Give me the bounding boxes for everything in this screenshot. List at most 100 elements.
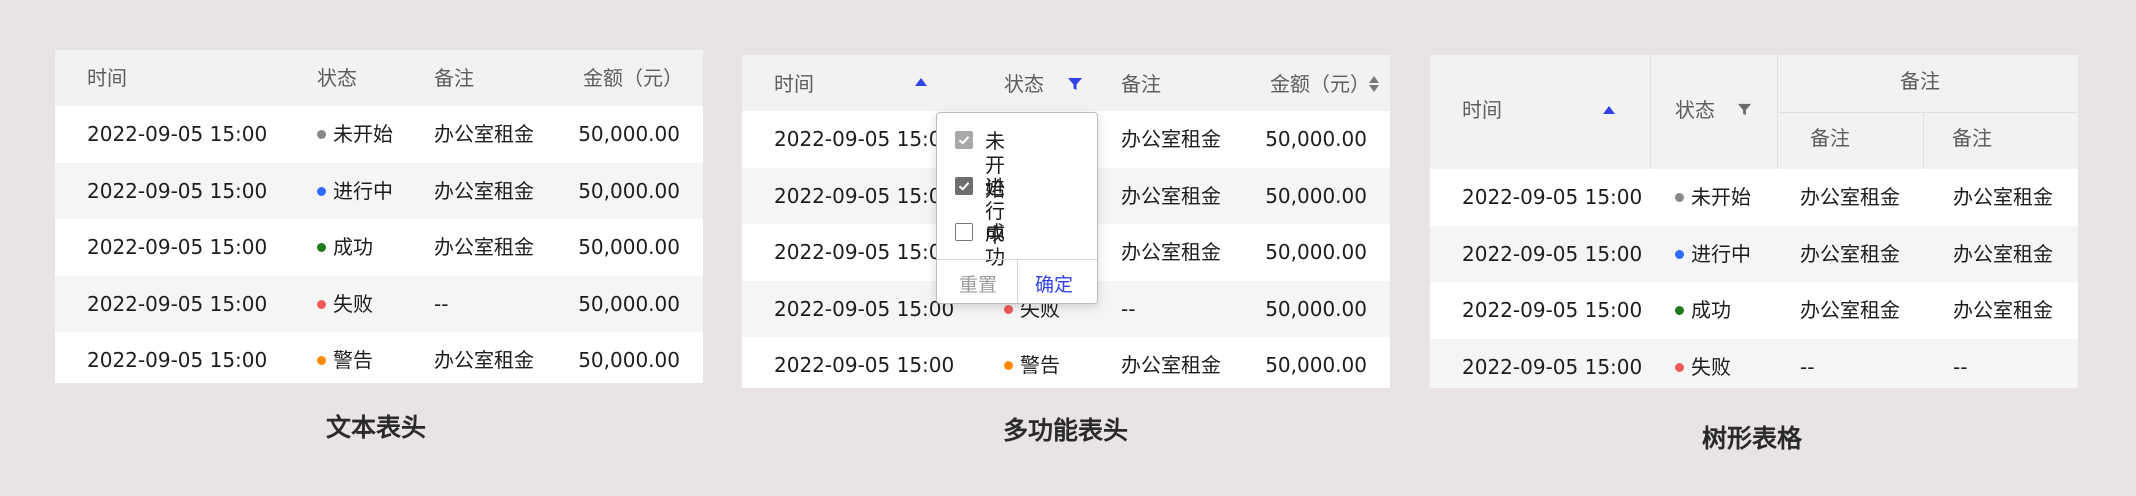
cell-note-b: 办公室租金 [1953,298,2053,322]
cell-status: 进行中 [317,179,393,203]
table-row[interactable]: 2022-09-05 15:00 成功 办公室租金 50,000.00 [55,219,703,275]
status-dot-icon [317,186,326,196]
cell-amount-text: 50,000.00 [578,178,680,203]
cell-status-text: 成功 [1691,298,1731,322]
cell-time-text: 2022-09-05 15:00 [87,178,268,203]
status-dot-icon [1675,362,1684,372]
cell-note-b: -- [1953,355,1967,379]
table-row[interactable]: 2022-09-05 15:00 失败 -- 50,000.00 [55,275,703,332]
cell-note-text: 办公室租金 [1121,353,1221,377]
header-time: 时间 [87,66,127,90]
cell-note-text: 办公室租金 [434,122,534,146]
filter-option-label: 成功 [985,221,1005,269]
cell-status-text: 警告 [1020,353,1060,377]
checkbox-unchecked[interactable] [955,223,973,241]
sort-toggle-icon[interactable] [1369,74,1381,94]
cell-note: 办公室租金 [434,122,534,146]
table-row[interactable]: 2022-09-05 15:00 警告 办公室租金 50,000.00 [55,332,703,383]
cell-time: 2022-09-05 15:00 [87,292,267,316]
table-row[interactable]: 2022-09-05 15:00 未开始 办公室租金 50,000.00 [55,106,703,162]
checkbox-checked[interactable] [955,131,973,149]
cell-note-b-text: 办公室租金 [1953,298,2053,322]
cell-status: 未开始 [317,122,393,146]
cell-time-text: 2022-09-05 15:00 [87,348,268,372]
cell-amount: 50,000.00 [1265,240,1367,264]
filter-icon[interactable] [1737,102,1752,117]
cell-note-b: 办公室租金 [1953,185,2053,209]
cell-amount-text: 50,000.00 [1265,296,1367,321]
cell-note-text: 办公室租金 [434,235,534,259]
cell-amount: 50,000.00 [1265,127,1367,151]
status-dot-icon [1675,193,1684,202]
sort-asc-icon[interactable] [1603,106,1615,114]
header-amount: 金额（元） [583,66,683,90]
cell-time-text: 2022-09-05 15:00 [1462,185,1643,209]
cell-note: 办公室租金 [1121,240,1221,264]
table-row[interactable]: 2022-09-05 15:00 成功 办公室租金 办公室租金 [1430,282,2078,338]
cell-note: 办公室租金 [1121,184,1221,208]
cell-time-text: 2022-09-05 15:00 [774,183,955,208]
cell-amount-text: 50,000.00 [1265,353,1367,377]
cell-amount-text: 50,000.00 [1265,183,1367,208]
table-row[interactable]: 2022-09-05 15:00 未开始 办公室租金 办公室租金 [1430,169,2078,225]
cell-status-text: 未开始 [1691,185,1751,209]
cell-amount: 50,000.00 [578,348,680,372]
cell-time: 2022-09-05 15:00 [87,179,267,203]
cell-note-b: 办公室租金 [1953,242,2053,266]
cell-note-text: 办公室租金 [1121,240,1221,264]
cell-amount: 50,000.00 [578,122,680,146]
cell-time-text: 2022-09-05 15:00 [774,127,955,151]
header-status: 状态 [317,66,357,90]
cell-time: 2022-09-05 15:00 [774,127,954,151]
cell-note: 办公室租金 [1121,127,1221,151]
header-note-b: 备注 [1952,126,1992,150]
cell-status-text: 失败 [333,291,373,316]
cell-note-a-text: 办公室租金 [1800,298,1900,322]
cell-amount: 50,000.00 [1265,353,1367,377]
cell-note: 办公室租金 [434,235,534,259]
cell-note: -- [1121,297,1135,321]
status-dot-icon [317,243,326,252]
cell-note-a: -- [1800,355,1814,379]
table-header: 时间 状态 备注 金额（元） [55,50,703,106]
cell-status-text: 进行中 [333,178,393,203]
cell-note-a: 办公室租金 [1800,298,1900,322]
reset-button[interactable]: 重置 [959,270,997,297]
table-row[interactable]: 2022-09-05 15:00 警告 办公室租金 50,000.00 [742,337,1390,388]
cell-time: 2022-09-05 15:00 [774,297,954,321]
table-header: 时间 状态 备注 备注 备注 [1430,55,2078,169]
table-row[interactable]: 2022-09-05 15:00 进行中 办公室租金 50,000.00 [55,162,703,219]
cell-time: 2022-09-05 15:00 [774,184,954,208]
table-row[interactable]: 2022-09-05 15:00 失败 -- -- [1430,338,2078,388]
cell-amount: 50,000.00 [578,235,680,259]
cell-note-a: 办公室租金 [1800,242,1900,266]
divider [1017,259,1018,303]
status-dot-icon [1004,304,1013,314]
cell-time: 2022-09-05 15:00 [87,235,267,259]
table-row[interactable]: 2022-09-05 15:00 进行中 办公室租金 办公室租金 [1430,225,2078,282]
caption-tree-table: 树形表格 [1702,424,1803,453]
checkbox-checked[interactable] [955,177,973,195]
cell-time-text: 2022-09-05 15:00 [774,353,955,377]
cell-status: 未开始 [1675,185,1751,209]
cell-note-a-text: 办公室租金 [1800,241,1900,266]
cell-note-text: 办公室租金 [1121,127,1221,151]
text-header-table: 时间 状态 备注 金额（元） 2022-09-05 15:00 未开始 办公室租金 5… [55,50,703,383]
confirm-button[interactable]: 确定 [1035,270,1073,297]
status-dot-icon [1675,249,1684,259]
sort-asc-icon[interactable] [915,78,927,86]
cell-time-text: 2022-09-05 15:00 [87,235,268,259]
cell-status: 成功 [1675,298,1731,322]
cell-amount: 50,000.00 [578,292,680,316]
cell-amount-text: 50,000.00 [578,348,680,372]
filter-icon[interactable] [1067,76,1083,92]
cell-note: -- [434,292,448,316]
cell-time-text: 2022-09-05 15:00 [774,240,955,264]
cell-status: 进行中 [1675,242,1751,266]
cell-time-text: 2022-09-05 15:00 [87,291,268,316]
cell-note-b-text: -- [1953,354,1968,379]
cell-amount-text: 50,000.00 [578,235,680,259]
status-dot-icon [317,130,326,139]
cell-time: 2022-09-05 15:00 [774,240,954,264]
cell-note-a-text: -- [1800,354,1815,379]
